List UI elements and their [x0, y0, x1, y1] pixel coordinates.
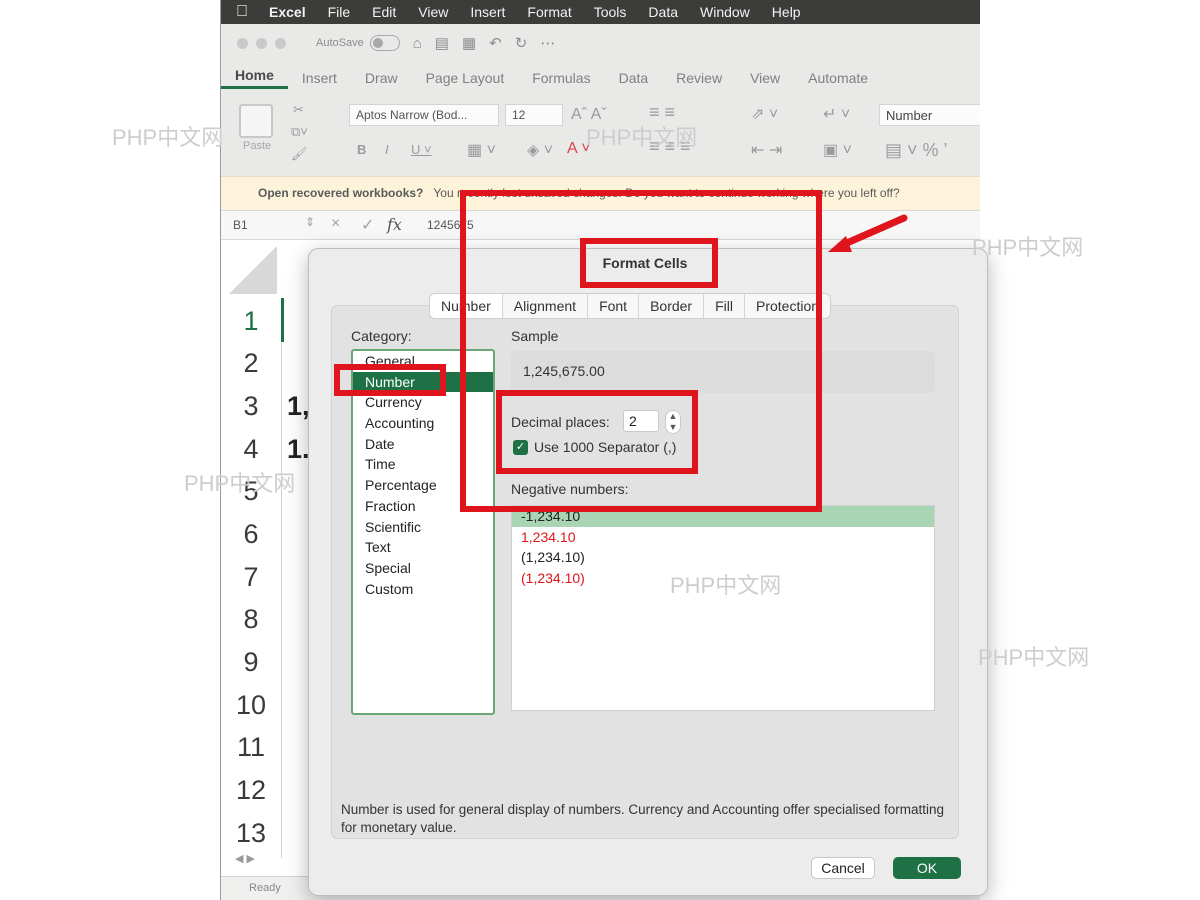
underline-button[interactable]: U ˅	[411, 142, 432, 157]
status-ready: Ready	[249, 882, 281, 894]
menu-app-excel[interactable]: Excel	[263, 4, 317, 20]
highlight-number-category	[334, 364, 446, 396]
row-header-7[interactable]: 7	[221, 562, 281, 593]
italic-button[interactable]: I	[385, 142, 389, 157]
menu-view[interactable]: View	[407, 4, 459, 20]
ribbon-tab-home[interactable]: Home	[221, 67, 288, 89]
menu-edit[interactable]: Edit	[361, 4, 407, 20]
row-header-3[interactable]: 3	[221, 391, 281, 422]
category-text[interactable]: Text	[353, 537, 493, 558]
name-box[interactable]: B1	[233, 218, 248, 232]
menu-insert[interactable]: Insert	[459, 4, 516, 20]
cut-icon[interactable]: ✂	[293, 102, 304, 118]
row-header-13[interactable]: 13	[221, 818, 281, 849]
autosave-label: AutoSave	[316, 37, 364, 49]
copy-icon[interactable]: ⧉˅	[291, 124, 308, 140]
category-custom[interactable]: Custom	[353, 579, 493, 600]
row-header-12[interactable]: 12	[221, 775, 281, 806]
name-box-stepper-icon[interactable]: ⇕	[305, 215, 315, 229]
screenshot:  Excel File Edit View Insert Format Too…	[0, 0, 1200, 900]
row-header-border	[281, 298, 282, 858]
row-header-8[interactable]: 8	[221, 604, 281, 635]
ribbon-tab-page-layout[interactable]: Page Layout	[412, 70, 519, 86]
select-all-corner[interactable]	[229, 246, 277, 294]
more-icon[interactable]: ⋯	[540, 34, 555, 52]
menu-help[interactable]: Help	[761, 4, 812, 20]
autosave-toggle[interactable]	[369, 35, 400, 51]
highlight-title	[580, 238, 718, 288]
redo-icon[interactable]: ↻	[515, 34, 528, 52]
category-special[interactable]: Special	[353, 558, 493, 579]
row-header-6[interactable]: 6	[221, 519, 281, 550]
save-as-icon[interactable]: ▦	[462, 34, 476, 52]
menu-file[interactable]: File	[317, 4, 362, 20]
menu-bar:  Excel File Edit View Insert Format Too…	[221, 0, 980, 24]
title-bar: AutoSave ⌂ ▤ ▦ ↶ ↻ ⋯	[221, 24, 980, 62]
cancel-button[interactable]: Cancel	[811, 857, 875, 879]
cell-b3[interactable]: 1,	[287, 391, 310, 422]
row-header-4[interactable]: 4	[221, 434, 281, 465]
fill-color-icon[interactable]: ◈ ˅	[527, 140, 553, 160]
ribbon-tab-insert[interactable]: Insert	[288, 70, 351, 86]
selected-cell-indicator	[281, 298, 284, 342]
number-format-select[interactable]: Number	[879, 104, 980, 126]
merge-center-icon[interactable]: ▣ ˅	[823, 140, 852, 160]
ribbon-tabs: Home Insert Draw Page Layout Formulas Da…	[221, 62, 980, 94]
wrap-text-icon[interactable]: ↵ ˅	[823, 104, 850, 124]
home-icon[interactable]: ⌂	[413, 35, 422, 52]
paste-icon[interactable]	[239, 104, 273, 138]
confirm-entry-icon[interactable]: ✓	[361, 215, 374, 235]
paste-label: Paste	[243, 140, 272, 152]
watermark: PHP中文网	[184, 471, 296, 496]
cancel-entry-icon[interactable]: ×	[331, 215, 340, 233]
infobar-title: Open recovered workbooks?	[258, 186, 424, 200]
watermark: PHP中文网	[586, 125, 698, 150]
close-window-button[interactable]	[237, 37, 248, 49]
cell-b4[interactable]: 1.	[287, 434, 310, 465]
menu-tools[interactable]: Tools	[583, 4, 638, 20]
highlight-decimal-separator	[496, 390, 698, 474]
negative-option-red[interactable]: 1,234.10	[512, 527, 934, 548]
category-scientific[interactable]: Scientific	[353, 517, 493, 538]
ok-button[interactable]: OK	[893, 857, 961, 879]
watermark: PHP中文网	[670, 573, 782, 598]
category-description: Number is used for general display of nu…	[341, 802, 945, 835]
menu-window[interactable]: Window	[689, 4, 761, 20]
row-header-11[interactable]: 11	[221, 732, 281, 763]
format-painter-icon[interactable]: 🖌	[291, 146, 308, 162]
indent-icon[interactable]: ⇤ ⇥	[751, 140, 782, 160]
sheet-nav-arrows-icon[interactable]: ◀ ▶	[235, 852, 255, 865]
minimize-window-button[interactable]	[256, 37, 267, 49]
orientation-icon[interactable]: ⇗ ˅	[751, 104, 778, 124]
negative-option-parentheses[interactable]: (1,234.10)	[512, 547, 934, 568]
menu-data[interactable]: Data	[637, 4, 689, 20]
row-header-10[interactable]: 10	[221, 690, 281, 721]
borders-icon[interactable]: ▦ ˅	[467, 140, 496, 160]
ribbon-tab-formulas[interactable]: Formulas	[518, 70, 604, 86]
font-name-select[interactable]: Aptos Narrow (Bod...	[349, 104, 499, 126]
watermark: PHP中文网	[972, 235, 1084, 260]
category-label: Category:	[351, 328, 412, 344]
negative-numbers-list[interactable]: -1,234.10 1,234.10 (1,234.10) (1,234.10)	[511, 505, 935, 711]
ribbon-tab-review[interactable]: Review	[662, 70, 736, 86]
red-arrow-icon	[828, 214, 908, 252]
watermark: PHP中文网	[112, 125, 224, 150]
function-icon[interactable]: fx	[387, 215, 402, 234]
accounting-format-icon[interactable]: ▤ ˅ % ’	[885, 140, 948, 161]
row-header-9[interactable]: 9	[221, 647, 281, 678]
ribbon-tab-draw[interactable]: Draw	[351, 70, 412, 86]
menu-format[interactable]: Format	[516, 4, 582, 20]
save-icon[interactable]: ▤	[435, 34, 449, 52]
zoom-window-button[interactable]	[275, 37, 286, 49]
undo-icon[interactable]: ↶	[489, 34, 502, 52]
ribbon-tab-automate[interactable]: Automate	[794, 70, 882, 86]
bold-button[interactable]: B	[357, 142, 366, 157]
ribbon-tab-view[interactable]: View	[736, 70, 794, 86]
row-header-1[interactable]: 1	[221, 306, 281, 337]
watermark: PHP中文网	[978, 645, 1090, 670]
font-size-select[interactable]: 12	[505, 104, 563, 126]
ribbon-tab-data[interactable]: Data	[605, 70, 663, 86]
row-header-2[interactable]: 2	[221, 348, 281, 379]
apple-icon[interactable]: 	[221, 3, 263, 21]
